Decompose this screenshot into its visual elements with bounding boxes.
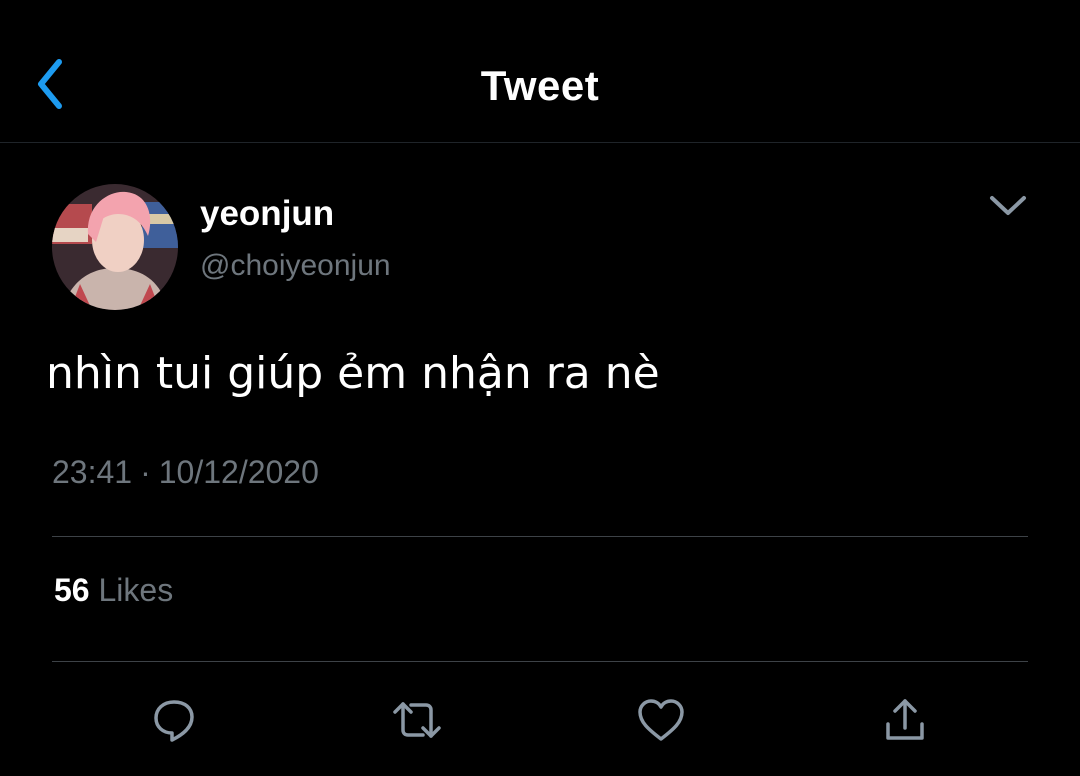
- author-display-name[interactable]: yeonjun: [200, 191, 334, 237]
- top-bar: Tweet: [0, 0, 1080, 143]
- chevron-down-icon: [990, 196, 1026, 215]
- tweet-date: 10/12/2020: [158, 454, 319, 490]
- share-icon: [886, 699, 924, 740]
- divider: [52, 661, 1028, 662]
- likes-count: 56: [54, 572, 90, 608]
- share-button[interactable]: [875, 690, 935, 750]
- like-button[interactable]: [631, 690, 691, 750]
- tweet-menu-button[interactable]: [980, 180, 1036, 232]
- heart-icon: [638, 699, 684, 741]
- likes-label: Likes: [98, 572, 174, 608]
- tweet-timestamp: 23:41 · 10/12/2020: [52, 450, 319, 494]
- retweet-icon: [393, 702, 441, 738]
- avatar-image: [52, 184, 178, 310]
- reply-button[interactable]: [144, 690, 204, 750]
- avatar[interactable]: [52, 184, 178, 310]
- retweet-button[interactable]: [387, 690, 447, 750]
- tweet-text: nhìn tui giúp ẻm nhận ra nè: [46, 348, 660, 399]
- divider: [52, 536, 1028, 537]
- likes-stat[interactable]: 56 Likes: [54, 567, 173, 613]
- tweet-time: 23:41: [52, 454, 133, 490]
- page-title: Tweet: [480, 62, 600, 109]
- timestamp-separator: ·: [140, 454, 151, 490]
- comment-icon: [154, 700, 194, 742]
- author-handle[interactable]: @choiyeonjun: [200, 244, 391, 288]
